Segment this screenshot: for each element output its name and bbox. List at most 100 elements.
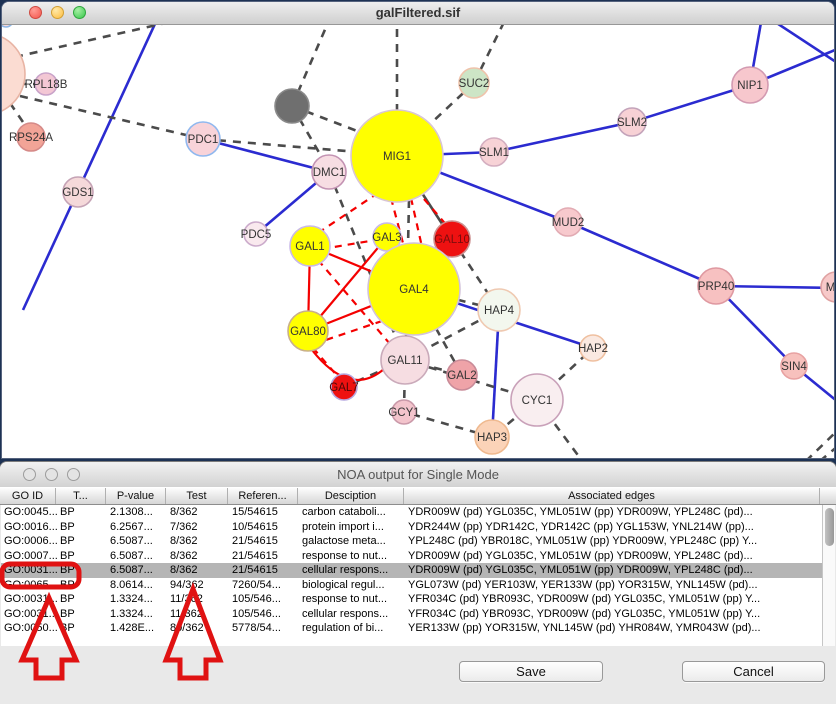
node-label: PDC5 (241, 229, 272, 241)
node-MUD2[interactable]: MUD2 (552, 208, 585, 236)
node-SLM2[interactable]: SLM2 (617, 108, 647, 136)
table-cell: 10/54615 (229, 520, 299, 535)
close-button-inactive[interactable] (23, 468, 36, 481)
noa-output-window: NOA output for Single Mode GO IDT...P-va… (0, 462, 836, 704)
node-RPL18B[interactable]: RPL18B (25, 73, 68, 95)
window-title: NOA output for Single Mode (0, 462, 836, 487)
table-cell: 105/546... (229, 592, 299, 607)
node-GAL80[interactable]: GAL80 (288, 311, 328, 351)
network-window-titlebar[interactable]: galFiltered.sif (2, 2, 834, 25)
node-label: HAP4 (484, 305, 515, 317)
table-scrollbar[interactable] (822, 505, 835, 646)
node-label: PRP40 (698, 281, 734, 293)
node-MSI[interactable]: MSI (821, 272, 834, 302)
table-cell: 6.5087... (107, 549, 167, 564)
column-header-go-id[interactable]: GO ID (0, 488, 56, 504)
save-button[interactable]: Save (459, 661, 603, 682)
table-row[interactable]: GO:0031...BP6.5087...8/36221/54615cellul… (1, 563, 835, 578)
table-cell: BP (57, 534, 107, 549)
column-header-referen[interactable]: Referen... (228, 488, 298, 504)
table-cell: 6.2567... (107, 520, 167, 535)
zoom-button[interactable] (73, 6, 86, 19)
node-PRP40[interactable]: PRP40 (698, 268, 734, 304)
table-cell: GO:0031... (1, 563, 57, 578)
node-label: NIP1 (737, 80, 763, 92)
node-unnamed-gray-node[interactable] (275, 89, 309, 123)
minimize-button[interactable] (51, 6, 64, 19)
table-cell: YFR034C (pd) YBR093C, YDR009W (pd) YGL03… (405, 592, 821, 607)
node-big-left-node[interactable] (2, 33, 25, 115)
node-DMC1[interactable]: DMC1 (312, 155, 346, 189)
table-cell: 1.3324... (107, 592, 167, 607)
scrollbar-thumb[interactable] (825, 508, 834, 546)
node-GDS1[interactable]: GDS1 (62, 177, 93, 207)
table-cell: BP (57, 563, 107, 578)
node-PDC1[interactable]: PDC1 (186, 122, 220, 156)
node-GAL4[interactable]: GAL4 (368, 243, 460, 335)
node-SUC2[interactable]: SUC2 (459, 68, 490, 98)
node-corner-cut-node[interactable] (2, 25, 13, 27)
table-row[interactable]: GO:0007...BP6.5087...8/36221/54615respon… (1, 549, 835, 564)
column-header-test[interactable]: Test (166, 488, 228, 504)
node-HAP3[interactable]: HAP3 (475, 420, 509, 454)
table-row[interactable]: GO:0031...BP1.3324...11/362105/546...cel… (1, 607, 835, 622)
column-header-p-value[interactable]: P-value (106, 488, 166, 504)
node-label: MUD2 (552, 217, 585, 229)
table-cell: 1.428E... (107, 621, 167, 636)
node-label: PDC1 (188, 134, 219, 146)
node-MIG1[interactable]: MIG1 (351, 110, 443, 202)
table-cell: protein import i... (299, 520, 405, 535)
table-cell: YPL248C (pd) YBR018C, YML051W (pp) YDR00… (405, 534, 821, 549)
node-label: SUC2 (459, 78, 490, 90)
table-cell: response to nut... (299, 592, 405, 607)
close-button[interactable] (29, 6, 42, 19)
node-GAL1[interactable]: GAL1 (290, 226, 330, 266)
table-row[interactable]: GO:0016...BP6.2567...7/36210/54615protei… (1, 520, 835, 535)
table-row[interactable]: GO:0031...BP1.3324...11/362105/546...res… (1, 592, 835, 607)
table-cell: 8.0614... (107, 578, 167, 593)
table-cell: GO:0065... (1, 578, 57, 593)
graph-edge (568, 222, 716, 286)
node-NIP1[interactable]: NIP1 (732, 67, 768, 103)
node-label: GAL1 (295, 241, 324, 253)
table-cell: galactose meta... (299, 534, 405, 549)
node-SLM1[interactable]: SLM1 (479, 138, 509, 166)
table-cell: GO:0045... (1, 505, 57, 520)
node-GAL7[interactable]: GAL7 (329, 374, 358, 400)
table-row[interactable]: GO:0065...BP8.0614...94/3627260/54...bio… (1, 578, 835, 593)
column-header-t[interactable]: T... (56, 488, 106, 504)
node-label: CYC1 (522, 395, 553, 407)
column-header-associated-edges[interactable]: Associated edges (404, 488, 820, 504)
graph-edge (411, 198, 422, 247)
column-header-desciption[interactable]: Desciption (298, 488, 404, 504)
table-row[interactable]: GO:0045...BP2.1308...8/36215/54615carbon… (1, 505, 835, 520)
table-row[interactable]: GO:0050...BP1.428E...80/3625778/54...reg… (1, 621, 835, 636)
minimize-button-inactive[interactable] (45, 468, 58, 481)
table-cell: 94/362 (167, 578, 229, 593)
graph-edge (820, 446, 834, 458)
table-cell: YDR244W (pp) YDR142C, YDR142C (pp) YGL15… (405, 520, 821, 535)
node-GAL2[interactable]: GAL2 (447, 360, 477, 390)
node-RPS24A[interactable]: RPS24A (9, 123, 53, 151)
node-SIN4[interactable]: SIN4 (781, 353, 807, 379)
table-cell: 2.1308... (107, 505, 167, 520)
network-canvas[interactable]: RPL18B RPS24A PDC1 GDS1 MIG1 SUC2 SLM1 DMC1 SLM2… (2, 25, 834, 458)
zoom-button-inactive[interactable] (67, 468, 80, 481)
table-row[interactable]: GO:0006...BP6.5087...8/36221/54615galact… (1, 534, 835, 549)
cancel-button[interactable]: Cancel (682, 661, 825, 682)
node-GCY1[interactable]: GCY1 (388, 400, 419, 424)
table-cell: GO:0031... (1, 607, 57, 622)
node-CYC1[interactable]: CYC1 (511, 374, 563, 426)
table-cell: carbon cataboli... (299, 505, 405, 520)
node-label: GAL80 (290, 326, 326, 338)
node-HAP4[interactable]: HAP4 (478, 289, 520, 331)
table-cell: YDR009W (pd) YGL035C, YML051W (pp) YDR00… (405, 563, 821, 578)
noa-window-titlebar[interactable]: NOA output for Single Mode (0, 462, 836, 488)
node-label: HAP2 (578, 343, 608, 355)
network-window: galFiltered.sif RPL18B RPS24A PDC1 GDS1 MIG1… (2, 2, 834, 458)
table-cell: BP (57, 505, 107, 520)
table-cell: 8/362 (167, 505, 229, 520)
node-GAL11[interactable]: GAL11 (381, 336, 429, 384)
node-label: SLM2 (617, 117, 647, 129)
table-cell: 1.3324... (107, 607, 167, 622)
